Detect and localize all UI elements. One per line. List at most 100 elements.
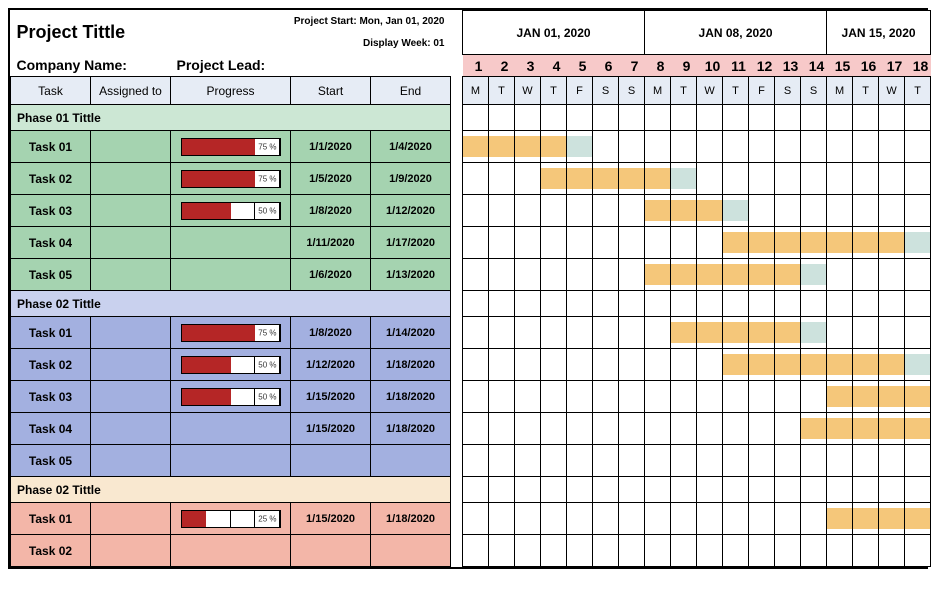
calendar-cell [567,317,593,349]
calendar-cell [593,445,619,477]
task-name: Task 05 [11,259,91,291]
calendar-cell [775,445,801,477]
calendar-cell [827,445,853,477]
calendar-cell [619,349,645,381]
calendar-cell [619,227,645,259]
progress-cell: 50 % [171,349,291,381]
day-letter: F [749,77,775,105]
calendar-cell [723,503,749,535]
calendar-cell [593,195,619,227]
calendar-cell [723,227,749,259]
assigned-to [91,413,171,445]
task-name: Task 03 [11,381,91,413]
calendar-cell [541,503,567,535]
calendar-cell [905,317,931,349]
calendar-cell [463,349,489,381]
calendar-cell [489,163,515,195]
calendar-cell [801,317,827,349]
week-header: JAN 08, 2020 [645,11,827,55]
progress-cell [171,445,291,477]
day-number: 10 [697,55,723,77]
day-letter: M [645,77,671,105]
day-letter: T [853,77,879,105]
day-letter: T [671,77,697,105]
calendar-cell [905,381,931,413]
calendar-cell [567,535,593,567]
calendar-cell [697,163,723,195]
calendar-cell [489,195,515,227]
calendar-cell [489,259,515,291]
calendar-cell [697,227,723,259]
calendar-cell [801,163,827,195]
calendar-cell [853,477,879,503]
progress-cell [171,227,291,259]
end-date [371,445,451,477]
calendar-cell [749,503,775,535]
calendar-cell [489,105,515,131]
assigned-to [91,535,171,567]
calendar-cell [749,227,775,259]
end-date: 1/18/2020 [371,413,451,445]
calendar-cell [697,477,723,503]
calendar-cell [853,259,879,291]
calendar-cell [723,259,749,291]
start-date: 1/8/2020 [291,195,371,227]
calendar-cell [515,445,541,477]
calendar-cell [827,195,853,227]
calendar-cell [593,535,619,567]
calendar-cell [671,195,697,227]
day-number: 15 [827,55,853,77]
calendar-cell [879,535,905,567]
calendar-cell [619,195,645,227]
calendar-cell [775,413,801,445]
calendar-cell [905,349,931,381]
calendar-cell [593,131,619,163]
calendar-cell [723,381,749,413]
calendar-cell [645,259,671,291]
calendar-cell [619,317,645,349]
assigned-to [91,227,171,259]
calendar-cell [723,349,749,381]
calendar-cell [905,445,931,477]
phase-title: Phase 02 Tittle [11,291,451,317]
calendar-cell [541,259,567,291]
calendar-cell [619,535,645,567]
calendar-cell [567,477,593,503]
calendar-cell [645,163,671,195]
calendar-cell [567,413,593,445]
calendar-cell [801,349,827,381]
calendar-cell [879,259,905,291]
calendar-cell [619,259,645,291]
progress-bar: 50 % [181,356,281,374]
calendar-cell [749,131,775,163]
calendar-cell [723,105,749,131]
calendar-cell [593,163,619,195]
calendar-cell [463,195,489,227]
start-date: 1/1/2020 [291,131,371,163]
calendar-cell [775,131,801,163]
calendar-cell [827,317,853,349]
calendar-cell [749,381,775,413]
calendar-cell [645,381,671,413]
calendar-cell [775,163,801,195]
calendar-cell [697,413,723,445]
progress-label: 75 % [258,142,276,151]
project-lead-label: Project Lead: [171,55,451,77]
assigned-to [91,317,171,349]
calendar-cell [749,535,775,567]
progress-label: 50 % [258,360,276,369]
calendar-cell [619,291,645,317]
calendar-cell [749,413,775,445]
calendar-cell [775,381,801,413]
start-date [291,535,371,567]
calendar-cell [671,291,697,317]
calendar-cell [567,227,593,259]
progress-label: 75 % [258,328,276,337]
calendar-cell [567,349,593,381]
calendar-cell [567,163,593,195]
calendar-cell [567,381,593,413]
calendar-cell [879,131,905,163]
start-date: 1/15/2020 [291,503,371,535]
day-letter: S [619,77,645,105]
calendar-cell [775,227,801,259]
